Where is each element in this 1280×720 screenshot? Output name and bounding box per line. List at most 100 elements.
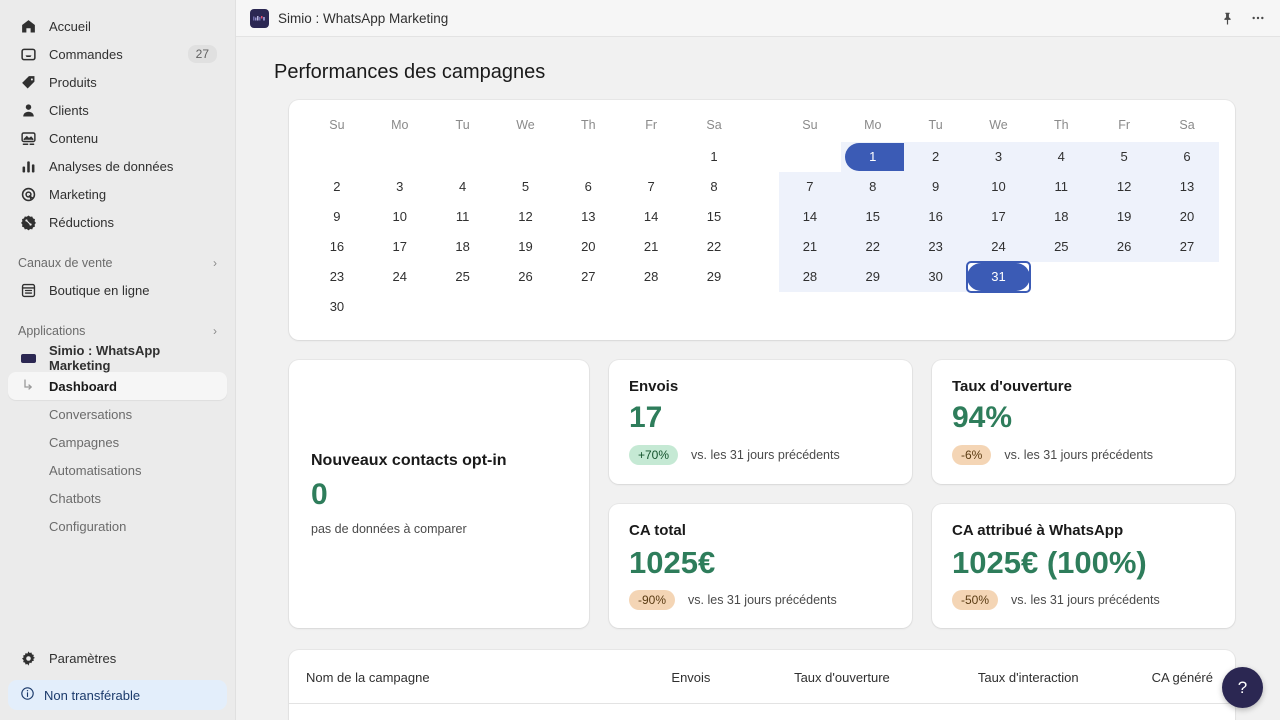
calendar-day[interactable]: 8 — [683, 172, 746, 202]
section-label: Canaux de vente — [18, 256, 113, 270]
calendar-day[interactable]: 1 — [683, 142, 746, 172]
calendar-day[interactable]: 5 — [1092, 142, 1156, 172]
calendar-day[interactable]: 27 — [1155, 232, 1219, 262]
calendar-day[interactable]: 13 — [557, 202, 620, 232]
metric-footer: +70% vs. les 31 jours précédents — [629, 444, 892, 465]
sidebar-item-produits[interactable]: Produits — [8, 68, 227, 96]
calendar-day[interactable]: 24 — [967, 232, 1030, 262]
calendar-day[interactable]: 4 — [1029, 142, 1093, 172]
calendar-day[interactable]: 7 — [620, 172, 683, 202]
calendar-day[interactable]: 14 — [778, 202, 842, 232]
calendar-day[interactable]: 30 — [306, 292, 369, 322]
calendar-day[interactable]: 10 — [967, 172, 1030, 202]
calendar-day[interactable]: 11 — [431, 202, 494, 232]
metric-note: vs. les 31 jours précédents — [1004, 447, 1154, 462]
sidebar-item-configuration[interactable]: Configuration — [8, 512, 227, 540]
calendar-day[interactable]: 7 — [778, 172, 842, 202]
sidebar-item-chatbots[interactable]: Chatbots — [8, 484, 227, 512]
calendar-left: Su Mo Tu We Th Fr Sa 1 2 3 4 5 6 7 8 9 10 11 12 13 14 15 16 17… — [296, 108, 756, 322]
calendar-day[interactable]: 21 — [620, 232, 683, 262]
calendar-day[interactable]: 2 — [306, 172, 369, 202]
sidebar-item-label: Commandes — [49, 46, 123, 62]
calendar-day[interactable]: 8 — [841, 172, 905, 202]
calendar-day[interactable]: 5 — [494, 172, 557, 202]
calendar-day[interactable]: 14 — [620, 202, 683, 232]
calendar-day[interactable]: 9 — [904, 172, 968, 202]
media-icon — [18, 128, 38, 148]
sidebar-item-commandes[interactable]: Commandes 27 — [8, 40, 227, 68]
calendar-day[interactable]: 26 — [494, 262, 557, 292]
pin-icon[interactable] — [1220, 11, 1235, 26]
calendar-day[interactable]: 23 — [904, 232, 968, 262]
sidebar-item-campagnes[interactable]: Campagnes — [8, 428, 227, 456]
calendar-day[interactable]: 24 — [368, 262, 431, 292]
calendar-day[interactable]: 4 — [431, 172, 494, 202]
sidebar-section-sales-channels[interactable]: Canaux de vente › — [8, 250, 227, 276]
calendar-day[interactable]: 17 — [967, 202, 1030, 232]
calendar-day-empty — [557, 292, 620, 322]
sidebar-subitem-label: Dashboard — [49, 378, 117, 394]
calendar-day[interactable]: 28 — [778, 262, 842, 292]
calendar-day[interactable]: 9 — [306, 202, 369, 232]
sidebar-item-reductions[interactable]: Réductions — [8, 208, 227, 236]
calendar-day[interactable]: 20 — [557, 232, 620, 262]
calendar-day[interactable]: 19 — [494, 232, 557, 262]
date-range-picker: Su Mo Tu We Th Fr Sa 1 2 3 4 5 6 7 8 9 10 11 12 13 14 15 16 17… — [289, 100, 1235, 340]
calendar-day[interactable]: 6 — [557, 172, 620, 202]
calendar-day[interactable]: 12 — [1092, 172, 1156, 202]
calendar-day[interactable]: 15 — [841, 202, 905, 232]
calendar-day[interactable]: 16 — [306, 232, 369, 262]
calendar-day[interactable]: 15 — [683, 202, 746, 232]
page-content: Performances des campagnes Su Mo Tu We Th Fr S… — [236, 37, 1280, 720]
calendar-day[interactable]: 3 — [967, 142, 1030, 172]
more-horizontal-icon[interactable] — [1250, 10, 1266, 26]
calendar-day[interactable]: 20 — [1155, 202, 1219, 232]
calendar-day[interactable]: 2 — [904, 142, 968, 172]
metric-note: vs. les 31 jours précédents — [688, 592, 837, 607]
calendar-day[interactable]: 11 — [1029, 172, 1093, 202]
calendar-day[interactable]: 21 — [778, 232, 842, 262]
calendar-day[interactable]: 12 — [494, 202, 557, 232]
calendar-day[interactable]: 10 — [368, 202, 431, 232]
sidebar-item-dashboard[interactable]: Dashboard — [8, 372, 227, 400]
sidebar-item-clients[interactable]: Clients — [8, 96, 227, 124]
calendar-day[interactable]: 29 — [683, 262, 746, 292]
banner-label: Non transférable — [44, 687, 141, 703]
calendar-day[interactable]: 6 — [1155, 142, 1219, 172]
calendar-day[interactable]: 18 — [1029, 202, 1093, 232]
calendar-day-empty — [1030, 262, 1093, 292]
sidebar-item-accueil[interactable]: Accueil — [8, 12, 227, 40]
calendar-day[interactable]: 27 — [557, 262, 620, 292]
calendar-day[interactable]: 31 — [966, 261, 1031, 293]
calendar-day[interactable]: 30 — [904, 262, 968, 292]
calendar-day[interactable]: 17 — [368, 232, 431, 262]
sidebar-item-parametres[interactable]: Paramètres — [8, 644, 227, 672]
discount-icon — [18, 212, 38, 232]
metric-cards-grid: Envois 17 +70% vs. les 31 jours précéden… — [609, 360, 1235, 628]
campaign-name-link[interactable]: Nouvelle collection Avril 2023 — [289, 704, 637, 720]
sidebar-item-contenu[interactable]: Contenu — [8, 124, 227, 152]
sidebar-item-analyses[interactable]: Analyses de données — [8, 152, 227, 180]
help-button[interactable]: ? — [1222, 667, 1263, 708]
calendar-day[interactable]: 1 — [841, 142, 905, 172]
calendar-day[interactable]: 23 — [306, 262, 369, 292]
calendar-day[interactable]: 28 — [620, 262, 683, 292]
sidebar-app-simio[interactable]: Simio : WhatsApp Marketing — [8, 343, 227, 373]
calendar-day[interactable]: 3 — [368, 172, 431, 202]
calendar-day[interactable]: 13 — [1155, 172, 1219, 202]
calendar-day[interactable]: 19 — [1092, 202, 1156, 232]
sidebar-item-marketing[interactable]: Marketing — [8, 180, 227, 208]
calendar-day[interactable]: 29 — [841, 262, 905, 292]
calendar-day[interactable]: 16 — [904, 202, 968, 232]
calendar-day[interactable]: 26 — [1092, 232, 1156, 262]
metric-footer: -50% vs. les 31 jours précédents — [952, 589, 1215, 610]
calendar-day[interactable]: 25 — [431, 262, 494, 292]
calendar-day[interactable]: 22 — [683, 232, 746, 262]
calendar-day[interactable]: 22 — [841, 232, 905, 262]
calendar-day[interactable]: 18 — [431, 232, 494, 262]
sidebar-section-applications[interactable]: Applications › — [8, 318, 227, 344]
sidebar-item-automatisations[interactable]: Automatisations — [8, 456, 227, 484]
sidebar-item-boutique-en-ligne[interactable]: Boutique en ligne — [8, 276, 227, 304]
calendar-day[interactable]: 25 — [1029, 232, 1093, 262]
sidebar-item-conversations[interactable]: Conversations — [8, 400, 227, 428]
